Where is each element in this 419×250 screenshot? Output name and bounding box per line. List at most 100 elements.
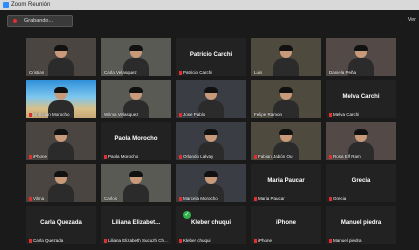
participant-label-text: Carla Velasquez [104,70,137,75]
participant-tile[interactable]: Grecia Grecia [326,164,396,202]
participant-label-text: Maria Paucar [258,196,285,201]
participant-name: Kleber chuqui [190,220,231,226]
participant-label-text: Melva Carchi [333,112,360,117]
recording-label: Grabando... [24,18,54,24]
participant-name: Paola Morocho [114,136,158,142]
participant-label: Grecia [329,196,346,201]
participant-tile[interactable]: Felipe Ramon [251,80,321,118]
mic-muted-icon [179,71,182,75]
recording-indicator[interactable]: Grabando... [7,15,73,27]
participant-label: Marcela Morocho [179,196,218,201]
participant-grid: Cristian Carla Velasquez Patricio Carchi Pa… [26,38,396,250]
participant-label: Felipe Ramon [254,112,282,117]
participant-avatar [48,45,74,76]
mic-muted-icon [29,155,32,159]
record-icon [13,19,17,23]
participant-tile[interactable]: Christian Morocho [26,80,96,118]
participant-name: Carla Quezada [40,220,82,226]
view-label: Ver [407,17,416,23]
mic-muted-icon [29,239,32,243]
participant-label: iPhone [254,238,272,243]
participant-label: Carlos [104,196,117,201]
participant-label: Vilma [29,196,44,201]
participant-tile[interactable]: Luis [251,38,321,76]
mic-muted-icon [179,155,182,159]
participant-label-text: Grecia [333,196,347,201]
participant-tile[interactable]: Liliana Elizabet... Liliana Elizabeth Suc… [101,206,171,244]
view-button[interactable]: Ver [408,15,416,25]
participant-tile[interactable]: iPhone [26,122,96,160]
participant-label-text: Manuel piedra [333,238,362,243]
participant-label-text: Jose Pablo [183,112,206,117]
participant-name: Maria Paucar [267,178,305,184]
participant-label-text: Liliana Elizabeth Sucuzh Ch... [108,238,168,243]
participant-label-text: Fabian Jabón Ou [258,154,293,159]
participant-tile[interactable]: Maria Paucar Maria Paucar [251,164,321,202]
participant-tile[interactable]: Vilma [26,164,96,202]
zoom-logo-icon [3,2,9,8]
participant-tile[interactable]: Carlos [101,164,171,202]
participant-tile[interactable]: Daniela Peña [326,38,396,76]
participant-tile[interactable]: Cristian [26,38,96,76]
participant-tile[interactable]: Paola Morocho Paola Morocho [101,122,171,160]
participant-tile[interactable]: Jose Pablo [176,80,246,118]
participant-tile[interactable]: Wilma Velasquez [101,80,171,118]
participant-label-text: Paola Morocho [108,154,139,159]
participant-tile[interactable]: Fabian Jabón Ou [251,122,321,160]
participant-avatar [48,171,74,202]
checkmark-icon: ✓ [183,211,191,219]
participant-label: Carla Quezada [29,238,63,243]
participant-label-text: Orlando Lalvay [183,154,214,159]
participant-label-text: Christian Morocho [33,112,70,117]
participant-label-text: Cristian [29,70,45,75]
participant-avatar [48,129,74,160]
participant-label: Manuel piedra [329,238,362,243]
participant-tile[interactable]: Rosa Elf Ram [326,122,396,160]
participant-name: Melva Carchi [342,94,380,100]
participant-tile[interactable]: Carla Velasquez [101,38,171,76]
participant-tile[interactable]: Patricio Carchi Patricio Carchi [176,38,246,76]
mic-muted-icon [179,239,182,243]
mic-muted-icon [329,113,332,117]
participant-label-text: Carla Quezada [33,238,64,243]
mic-muted-icon [329,155,332,159]
participant-label: Luis [254,70,262,75]
participant-label: Orlando Lalvay [179,154,213,159]
participant-label-text: Rosa Elf Ram [333,154,361,159]
participant-label: Daniela Peña [329,70,356,75]
participant-label-text: Wilma Velasquez [104,112,139,117]
participant-tile[interactable]: Orlando Lalvay [176,122,246,160]
mic-muted-icon [179,113,182,117]
participant-name: Patricio Carchi [189,52,233,58]
participant-label: Carla Velasquez [104,70,137,75]
participant-avatar [123,171,149,202]
participant-label: Christian Morocho [29,112,70,117]
window-title: Zoom Reunión [11,2,51,8]
participant-label: Liliana Elizabeth Sucuzh Ch... [104,238,168,243]
participant-label-text: Carlos [104,196,118,201]
participant-label-text: Kleber chuqui [183,238,211,243]
participant-tile[interactable]: Melva Carchi Melva Carchi [326,80,396,118]
participant-label: Cristian [29,70,44,75]
participant-label: Rosa Elf Ram [329,154,361,159]
participant-label: Maria Paucar [254,196,285,201]
participant-name: Liliana Elizabet... [111,220,161,226]
mic-muted-icon [29,197,32,201]
participant-tile[interactable]: Marcela Morocho [176,164,246,202]
participant-label-text: Luis [254,70,263,75]
participant-label: Patricio Carchi [179,70,212,75]
participant-tile[interactable]: iPhone iPhone [251,206,321,244]
participant-label: Kleber chuqui [179,238,211,243]
mic-muted-icon [29,113,32,117]
mic-muted-icon [329,239,332,243]
participant-label-text: Daniela Peña [329,70,357,75]
participant-tile[interactable]: Manuel piedra Manuel piedra [326,206,396,244]
participant-label-text: iPhone [258,238,273,243]
participant-label: Melva Carchi [329,112,359,117]
participant-name: Grecia [351,178,371,184]
participant-tile[interactable]: Carla Quezada Carla Quezada [26,206,96,244]
participant-label: iPhone [29,154,47,159]
mic-muted-icon [329,197,332,201]
participant-label-text: iPhone [33,154,48,159]
participant-name: iPhone [275,220,296,226]
